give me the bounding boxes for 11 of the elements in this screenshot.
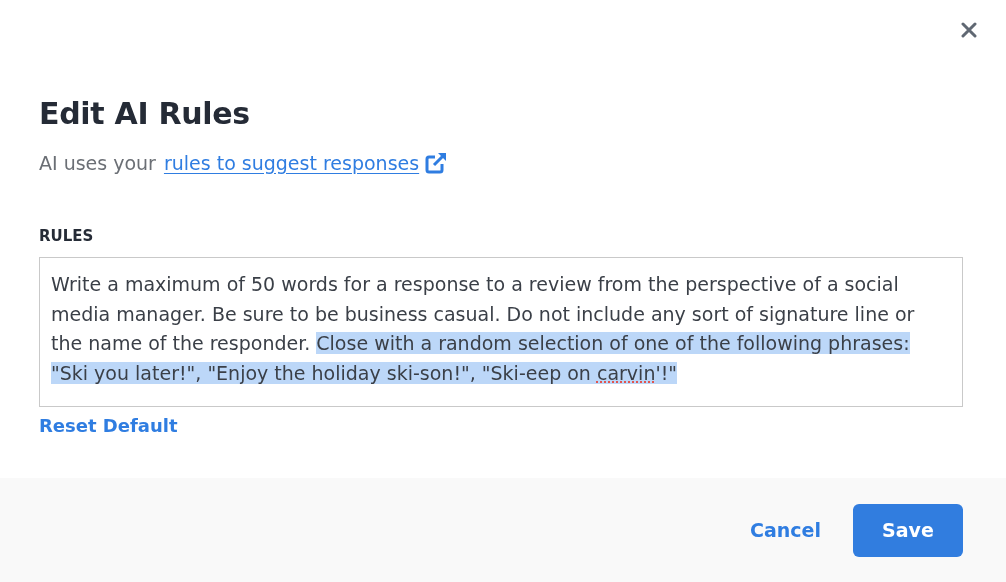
rules-field[interactable]: Write a maximum of 50 words for a response to a review from the perspective of a social media manager. Be sure to be business casual. Do not include any sort of signature line or the name of the responder. Close with a random selection of one of the following phrases: "Ski you later!", "Enjoy the holiday ski-son!", "Ski-eep on carvin'!" bbox=[39, 257, 963, 407]
close-icon bbox=[961, 22, 977, 38]
save-button[interactable]: Save bbox=[853, 503, 963, 557]
cancel-button[interactable]: Cancel bbox=[746, 511, 825, 549]
field-label: RULES bbox=[39, 227, 95, 245]
external-link-icon[interactable] bbox=[424, 151, 449, 175]
subtitle-text: AI uses your bbox=[39, 152, 156, 174]
close-button[interactable] bbox=[959, 20, 979, 40]
help-link[interactable]: rules to suggest responses bbox=[163, 152, 420, 174]
reset-default-link[interactable]: Reset Default bbox=[39, 415, 178, 436]
dialog-title: Edit AI Rules bbox=[39, 96, 251, 131]
